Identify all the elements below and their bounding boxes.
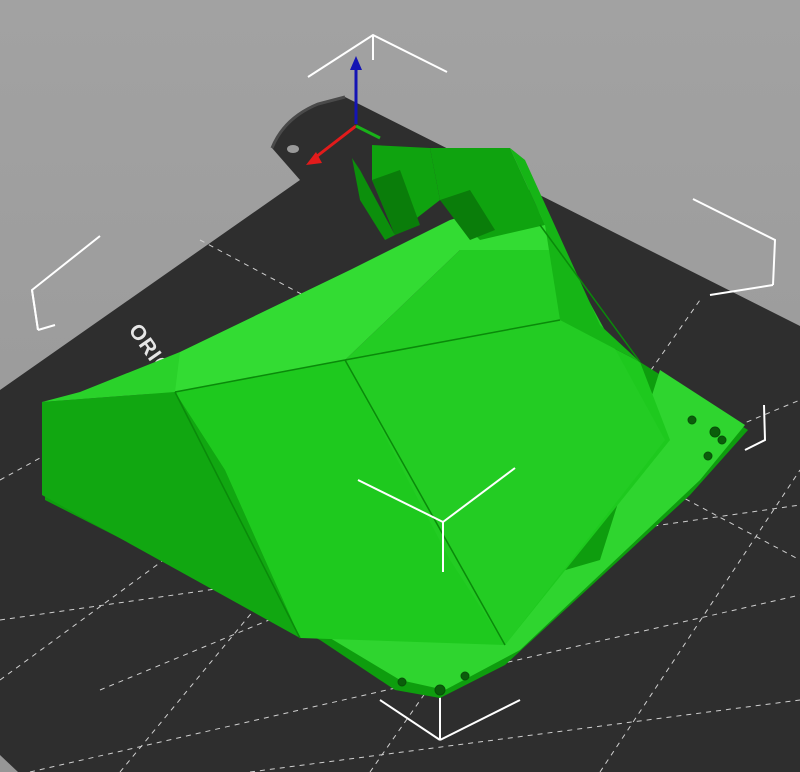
scene-canvas[interactable]: ORIGINAL PR bbox=[0, 0, 800, 772]
bed-mount-hole bbox=[287, 145, 299, 153]
3d-viewport[interactable]: ORIGINAL PR bbox=[0, 0, 800, 772]
